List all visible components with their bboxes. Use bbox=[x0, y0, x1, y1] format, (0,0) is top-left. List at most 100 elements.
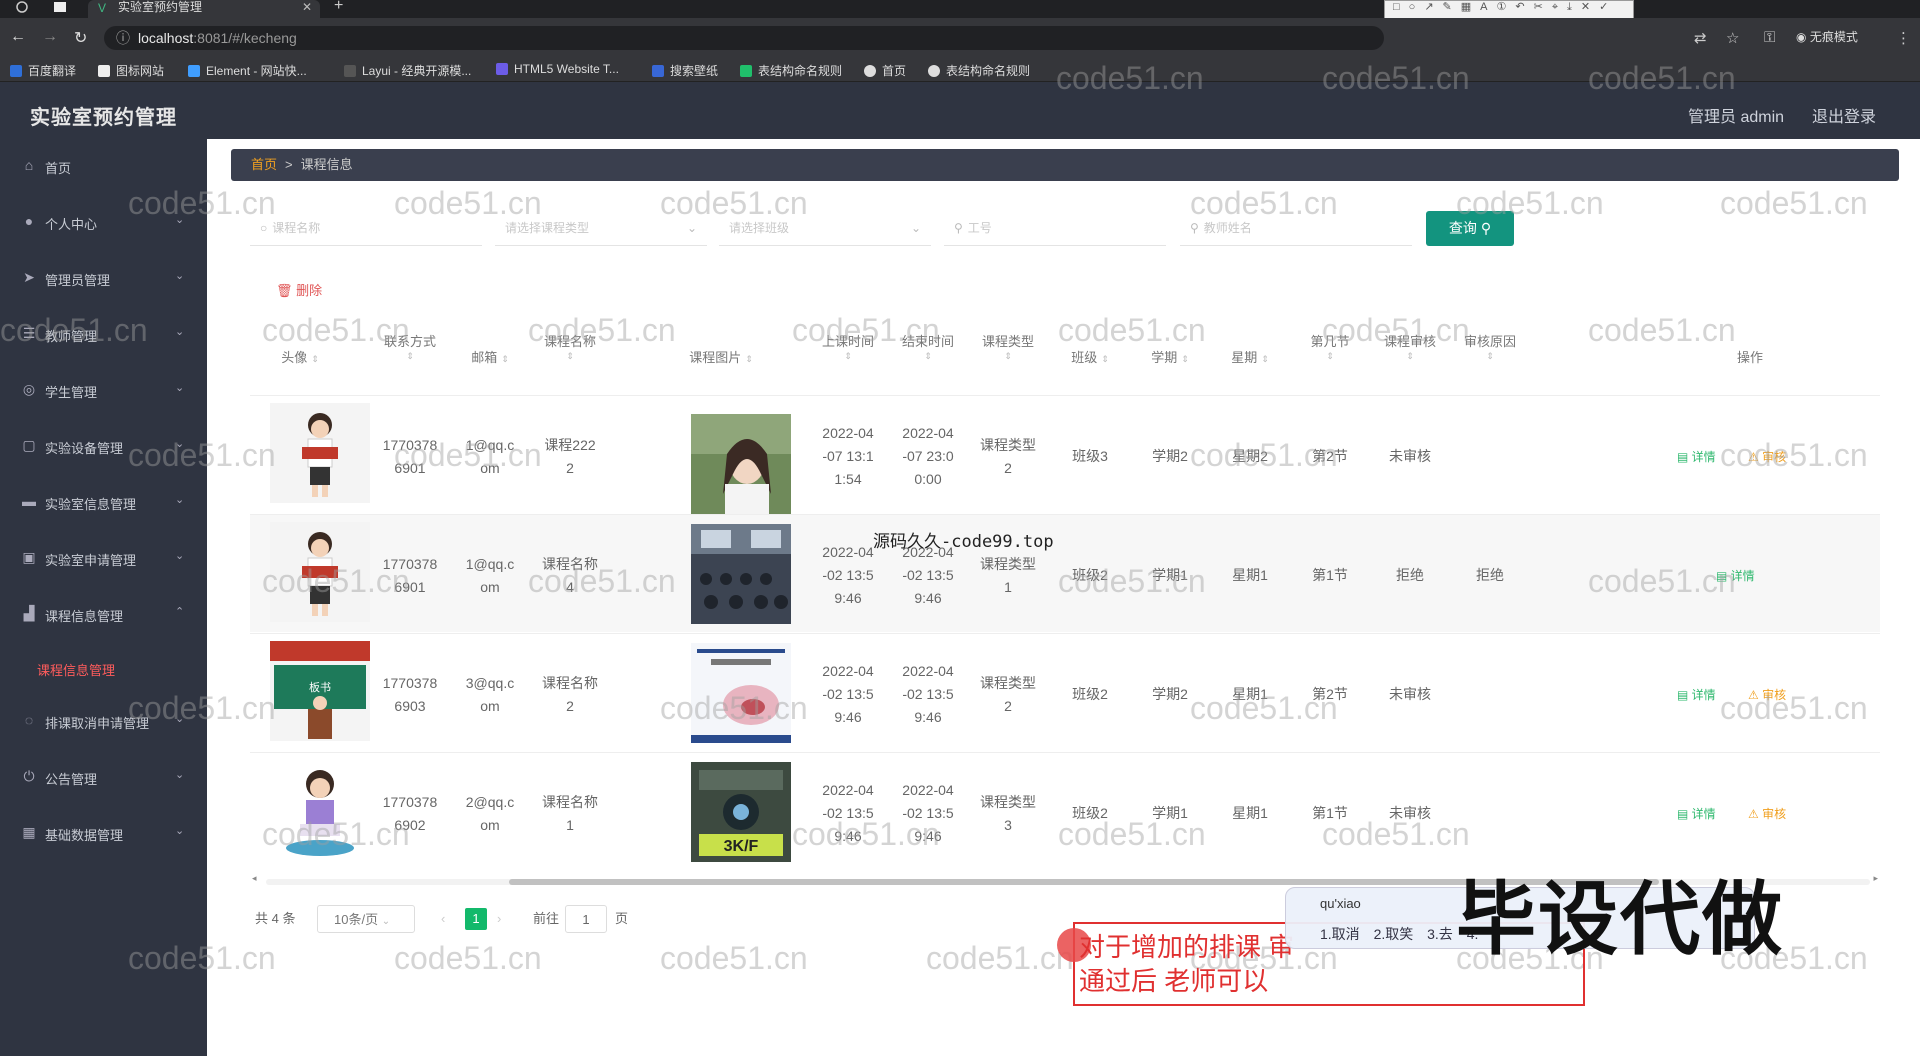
key-icon[interactable]: ⚿ bbox=[1764, 29, 1775, 46]
column-header[interactable]: 结束时间 ⇕ bbox=[888, 333, 968, 361]
bookmark-item[interactable]: 首页 bbox=[864, 62, 906, 79]
sort-icon[interactable]: ⇕ bbox=[501, 354, 509, 364]
pin-icon[interactable]: ⌖ bbox=[1552, 1, 1558, 15]
sort-icon[interactable]: ⇕ bbox=[968, 351, 1048, 361]
rect-tool-icon[interactable]: □ bbox=[1393, 1, 1400, 15]
delete-button[interactable]: 🗑 删除 bbox=[276, 280, 322, 299]
teacher-name-input[interactable]: ⚲ 教师姓名 bbox=[1180, 210, 1412, 246]
browser-tab[interactable]: V 实验室预约管理 ✕ bbox=[88, 0, 320, 18]
incognito-badge[interactable]: ◉ 无痕模式 bbox=[1796, 28, 1858, 45]
save-icon[interactable]: ⤓ bbox=[1567, 1, 1572, 15]
mosaic-tool-icon[interactable]: ▦ bbox=[1461, 1, 1471, 15]
sidebar-item-student[interactable]: ◎ 学生管理 ⌄ bbox=[0, 370, 207, 410]
pen-tool-icon[interactable]: ✎ bbox=[1443, 1, 1452, 15]
bookmark-item[interactable]: Layui - 经典开源模... bbox=[344, 62, 471, 79]
column-header[interactable]: 星期 ⇕ bbox=[1210, 349, 1290, 367]
next-page-icon[interactable]: › bbox=[497, 905, 501, 933]
prev-page-icon[interactable]: ‹ bbox=[441, 905, 445, 933]
course-name-input[interactable]: ○ 课程名称 bbox=[250, 210, 482, 246]
menu-icon[interactable]: ⋮ bbox=[1896, 29, 1911, 47]
translate-icon[interactable]: ⇄ bbox=[1694, 29, 1707, 47]
number-tool-icon[interactable]: ① bbox=[1497, 1, 1507, 15]
confirm-icon[interactable]: ✓ bbox=[1599, 1, 1608, 15]
cut-icon[interactable]: ✂ bbox=[1534, 1, 1543, 15]
back-icon[interactable]: ← bbox=[10, 28, 26, 46]
url-field[interactable]: ⓘ localhost:8081/#/kecheng bbox=[104, 26, 1384, 50]
sidebar-item-lab-apply[interactable]: ▣ 实验室申请管理 ⌄ bbox=[0, 538, 207, 578]
scroll-right-icon[interactable]: ▸ bbox=[1873, 873, 1878, 884]
forward-icon[interactable]: → bbox=[42, 28, 58, 46]
sidebar-item-base-data[interactable]: ▦ 基础数据管理 ⌄ bbox=[0, 813, 207, 853]
undo-icon[interactable]: ↶ bbox=[1515, 1, 1524, 15]
sidebar-item-teacher[interactable]: ☰ 教师管理 ⌄ bbox=[0, 314, 207, 354]
column-header[interactable]: 头像 ⇕ bbox=[260, 349, 340, 367]
bookmark-item[interactable]: 图标网站 bbox=[98, 62, 164, 79]
sidebar-item-equipment[interactable]: ▢ 实验设备管理 ⌄ bbox=[0, 426, 207, 466]
column-header[interactable]: 班级 ⇕ bbox=[1050, 349, 1130, 367]
detail-button[interactable]: ▤ 详情 bbox=[1716, 567, 1755, 584]
table-row[interactable]: 板书 1770378 6903 3@qq.c om 课程名称 2 2022-04 -02… bbox=[250, 633, 1880, 751]
sidebar-subitem-course-info[interactable]: 课程信息管理 bbox=[0, 648, 207, 688]
sort-icon[interactable]: ⇕ bbox=[1181, 354, 1189, 364]
bookmark-star-icon[interactable]: ☆ bbox=[1726, 29, 1739, 47]
sort-icon[interactable]: ⇕ bbox=[1261, 354, 1269, 364]
column-header[interactable]: 第几节 ⇕ bbox=[1290, 333, 1370, 361]
breadcrumb-home[interactable]: 首页 bbox=[251, 157, 277, 172]
window-controls[interactable] bbox=[0, 0, 80, 18]
table-row[interactable]: 1770378 6901 1@qq.c om 课程222 2 2022-04 -07 1… bbox=[250, 395, 1880, 514]
search-button[interactable]: 查询 ⚲ bbox=[1426, 211, 1514, 246]
sort-icon[interactable]: ⇕ bbox=[1101, 354, 1109, 364]
sort-icon[interactable]: ⇕ bbox=[745, 354, 753, 364]
bookmark-item[interactable]: 搜索壁纸 bbox=[652, 62, 718, 79]
column-header[interactable]: 课程审核 ⇕ bbox=[1370, 333, 1450, 361]
close-tab-icon[interactable]: ✕ bbox=[302, 0, 312, 14]
sidebar-item-personal-center[interactable]: ● 个人中心 ⌄ bbox=[0, 202, 207, 242]
drawing-tools[interactable]: □ ○ ↗ ✎ ▦ A ① ↶ ✂ ⌖ ⤓ ✕ ✓ bbox=[1385, 1, 1633, 15]
text-tool-icon[interactable]: A bbox=[1480, 1, 1487, 15]
column-header[interactable]: 课程类型 ⇕ bbox=[968, 333, 1048, 361]
detail-button[interactable]: ▤ 详情 bbox=[1677, 448, 1716, 465]
bookmark-item[interactable]: 表结构命名规则 bbox=[740, 62, 842, 79]
bookmark-item[interactable]: HTML5 Website T... bbox=[496, 62, 619, 76]
table-row[interactable]: 1770378 6901 1@qq.c om 课程名称 4 2022-04 -02 13… bbox=[250, 514, 1880, 632]
bookmark-item[interactable]: 百度翻译 bbox=[10, 62, 76, 79]
sidebar-item-notice[interactable]: ⏻ 公告管理 ⌄ bbox=[0, 757, 207, 797]
review-button[interactable]: ⚠ 审核 bbox=[1748, 805, 1786, 822]
review-button[interactable]: ⚠ 审核 bbox=[1748, 448, 1786, 465]
detail-button[interactable]: ▤ 详情 bbox=[1677, 805, 1716, 822]
sidebar-item-cancel-apply[interactable]: ◌ 排课取消申请管理 ⌄ bbox=[0, 701, 207, 741]
reload-icon[interactable]: ↻ bbox=[74, 28, 87, 48]
sidebar-item-home[interactable]: ⌂ 首页 bbox=[0, 146, 207, 186]
class-select[interactable]: 请选择班级 ⌄ bbox=[719, 210, 931, 246]
sort-icon[interactable]: ⇕ bbox=[1290, 351, 1370, 361]
column-header[interactable]: 审核原因 ⇕ bbox=[1450, 333, 1530, 361]
sort-icon[interactable]: ⇕ bbox=[1370, 351, 1450, 361]
column-header[interactable]: 联系方式 ⇕ bbox=[370, 333, 450, 361]
info-icon[interactable]: ⓘ bbox=[116, 26, 130, 50]
review-button[interactable]: ⚠ 审核 bbox=[1748, 686, 1786, 703]
column-header[interactable]: 上课时间 ⇕ bbox=[808, 333, 888, 361]
column-header[interactable]: 课程名称 ⇕ bbox=[530, 333, 610, 361]
sort-icon[interactable]: ⇕ bbox=[1450, 351, 1530, 361]
close-tool-icon[interactable]: ✕ bbox=[1581, 1, 1590, 15]
detail-button[interactable]: ▤ 详情 bbox=[1677, 686, 1716, 703]
sidebar-item-course-info[interactable]: ▟ 课程信息管理 ⌃ bbox=[0, 594, 207, 634]
new-tab-icon[interactable]: + bbox=[334, 0, 343, 15]
bookmark-item[interactable]: 表结构命名规则 bbox=[928, 62, 1030, 79]
column-header[interactable]: 学期 ⇕ bbox=[1130, 349, 1210, 367]
column-header[interactable]: 邮箱 ⇕ bbox=[450, 349, 530, 367]
sort-icon[interactable]: ⇕ bbox=[370, 351, 450, 361]
sidebar-item-admin[interactable]: ➤ 管理员管理 ⌄ bbox=[0, 258, 207, 298]
circle-tool-icon[interactable]: ○ bbox=[1409, 1, 1416, 15]
scroll-left-icon[interactable]: ◂ bbox=[252, 873, 257, 884]
work-no-input[interactable]: ⚲ 工号 bbox=[944, 210, 1166, 246]
page-size-select[interactable]: 10条/页 ⌄ bbox=[317, 905, 415, 933]
sort-icon[interactable]: ⇕ bbox=[888, 351, 968, 361]
column-header[interactable]: 课程图片 ⇕ bbox=[666, 349, 776, 367]
sort-icon[interactable]: ⇕ bbox=[808, 351, 888, 361]
bookmark-item[interactable]: Element - 网站快... bbox=[188, 62, 307, 79]
page-number-current[interactable]: 1 bbox=[465, 908, 487, 930]
sidebar-item-lab-info[interactable]: ▬ 实验室信息管理 ⌄ bbox=[0, 482, 207, 522]
goto-page-input[interactable]: 1 bbox=[565, 905, 607, 933]
course-type-select[interactable]: 请选择课程类型 ⌄ bbox=[495, 210, 707, 246]
